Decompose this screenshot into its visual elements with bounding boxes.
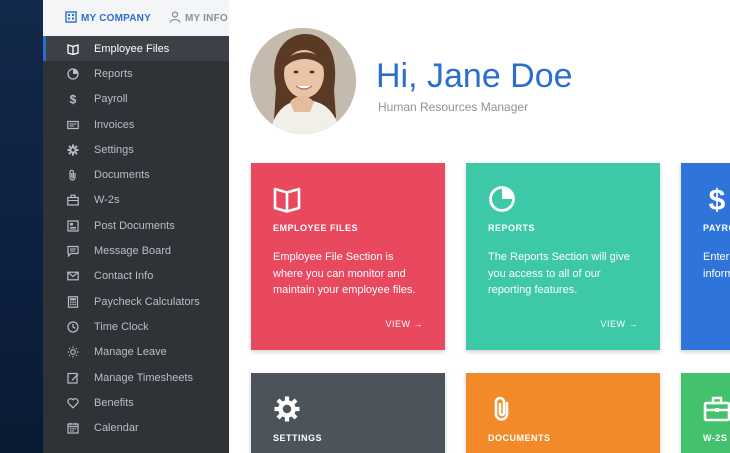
sidebar-nav: Employee Files Reports $ Payroll Invoice… bbox=[43, 36, 229, 441]
sidebar-item-manage-leave[interactable]: Manage Leave bbox=[43, 340, 229, 365]
desktop-backdrop bbox=[0, 0, 43, 453]
sidebar-item-employee-files[interactable]: Employee Files bbox=[43, 36, 229, 62]
sidebar-item-manage-timesheets[interactable]: Manage Timesheets bbox=[43, 365, 229, 390]
sidebar-item-label: Invoices bbox=[94, 118, 135, 131]
sidebar-item-label: Benefits bbox=[94, 396, 134, 409]
card-reports[interactable]: REPORTS The Reports Section will give yo… bbox=[466, 163, 660, 350]
book-icon bbox=[273, 185, 301, 213]
view-link[interactable]: VIEW → bbox=[385, 319, 423, 329]
sidebar-item-reports[interactable]: Reports bbox=[43, 61, 229, 86]
gear-icon bbox=[273, 395, 301, 423]
card-settings[interactable]: SETTINGS bbox=[251, 373, 445, 453]
gear-icon bbox=[67, 144, 79, 156]
sidebar-item-calendar[interactable]: Calendar bbox=[43, 415, 229, 440]
svg-text:$: $ bbox=[70, 93, 77, 105]
sidebar-item-label: Contact Info bbox=[94, 270, 154, 283]
card-description: Enter a inform bbox=[703, 251, 730, 280]
sidebar-item-label: Paycheck Calculators bbox=[94, 295, 200, 308]
person-icon bbox=[169, 10, 181, 26]
tab-my-company-label: MY COMPANY bbox=[81, 12, 151, 24]
sun-icon bbox=[67, 346, 79, 358]
svg-text:$: $ bbox=[709, 185, 726, 213]
sidebar-item-invoices[interactable]: Invoices bbox=[43, 112, 229, 137]
heart-icon bbox=[67, 397, 79, 409]
sidebar-item-label: Payroll bbox=[94, 93, 128, 106]
sidebar-item-label: Calendar bbox=[94, 422, 139, 435]
edit-icon bbox=[67, 372, 79, 384]
sidebar-item-label: Employee Files bbox=[94, 42, 170, 55]
sidebar-item-label: Manage Timesheets bbox=[94, 371, 194, 384]
greeting: Hi, Jane Doe bbox=[376, 57, 573, 95]
tab-my-company[interactable]: MY COMPANY bbox=[65, 10, 151, 26]
envelope-icon bbox=[67, 270, 79, 282]
invoice-icon bbox=[67, 119, 79, 131]
dollar-icon: $ bbox=[703, 184, 730, 217]
sidebar-tabs: MY COMPANY MY INFO bbox=[43, 0, 229, 36]
dollar-icon: $ bbox=[67, 93, 79, 105]
card-documents[interactable]: DOCUMENTS bbox=[466, 373, 660, 453]
calendar-icon bbox=[67, 422, 79, 434]
building-icon bbox=[65, 10, 77, 26]
card-title: REPORTS bbox=[488, 223, 536, 233]
sidebar-item-label: Settings bbox=[94, 143, 134, 156]
sidebar-item-label: W-2s bbox=[94, 194, 120, 207]
sidebar-item-benefits[interactable]: Benefits bbox=[43, 390, 229, 415]
book-icon bbox=[67, 43, 79, 55]
sidebar-item-post-documents[interactable]: Post Documents bbox=[43, 213, 229, 238]
sidebar-item-label: Reports bbox=[94, 67, 133, 80]
sidebar-item-label: Manage Leave bbox=[94, 346, 167, 359]
post-document-icon bbox=[67, 220, 79, 232]
briefcase-icon bbox=[67, 194, 79, 207]
card-employee-files[interactable]: EMPLOYEE FILES Employee File Section is … bbox=[251, 163, 445, 350]
sidebar-item-documents[interactable]: Documents bbox=[43, 162, 229, 187]
main-content: Hi, Jane Doe Human Resources Manager EMP… bbox=[229, 0, 730, 453]
sidebar-item-time-clock[interactable]: Time Clock bbox=[43, 314, 229, 339]
sidebar-item-payroll[interactable]: $ Payroll bbox=[43, 87, 229, 112]
briefcase-icon bbox=[703, 395, 730, 423]
card-title: EMPLOYEE FILES bbox=[273, 223, 359, 233]
view-link[interactable]: VIEW → bbox=[600, 319, 638, 329]
card-title: DOCUMENTS bbox=[488, 433, 551, 443]
tab-my-info-label: MY INFO bbox=[184, 12, 228, 24]
sidebar-item-w2s[interactable]: W-2s bbox=[43, 188, 229, 213]
tab-my-info[interactable]: MY INFO bbox=[169, 10, 228, 26]
sidebar-item-label: Documents bbox=[94, 169, 150, 182]
card-title: PAYRO bbox=[703, 223, 730, 233]
paperclip-icon bbox=[67, 169, 79, 181]
paperclip-icon bbox=[488, 395, 516, 423]
sidebar-item-settings[interactable]: Settings bbox=[43, 137, 229, 162]
card-title: SETTINGS bbox=[273, 433, 323, 443]
sidebar-item-label: Time Clock bbox=[94, 320, 149, 333]
card-payroll[interactable]: $ PAYRO Enter a inform bbox=[681, 163, 730, 350]
sidebar-item-message-board[interactable]: Message Board bbox=[43, 238, 229, 263]
sidebar-item-contact-info[interactable]: Contact Info bbox=[43, 264, 229, 289]
avatar bbox=[250, 28, 356, 134]
calculator-icon bbox=[67, 295, 79, 308]
sidebar-item-paycheck-calculators[interactable]: Paycheck Calculators bbox=[43, 289, 229, 314]
sidebar-item-label: Post Documents bbox=[94, 219, 175, 232]
sidebar-item-label: Message Board bbox=[94, 245, 172, 258]
sidebar: MY COMPANY MY INFO Employee Files Report… bbox=[43, 0, 229, 453]
job-title: Human Resources Manager bbox=[378, 100, 529, 114]
pie-chart-icon bbox=[67, 68, 79, 80]
card-w2s[interactable]: W-2S bbox=[681, 373, 730, 453]
card-description: The Reports Section will give you access… bbox=[488, 251, 630, 296]
clock-icon bbox=[67, 321, 79, 333]
pie-chart-icon bbox=[488, 185, 516, 213]
card-description: Employee File Section is where you can m… bbox=[273, 251, 416, 296]
card-title: W-2S bbox=[703, 433, 728, 443]
message-icon bbox=[67, 245, 79, 258]
